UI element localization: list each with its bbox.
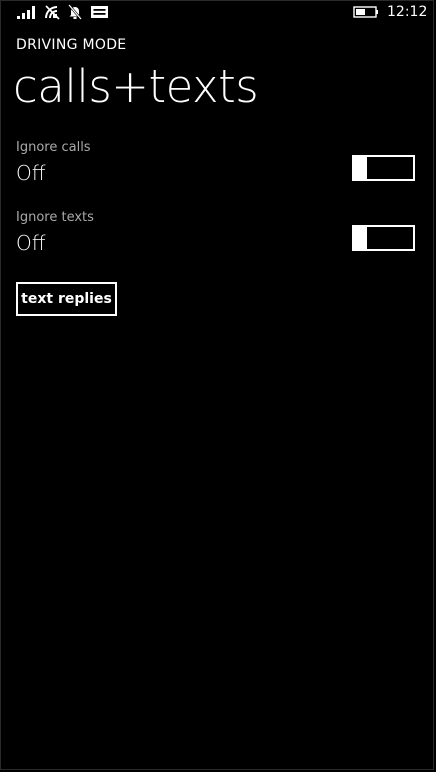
text-replies-button[interactable]: text replies	[16, 282, 117, 316]
ignore-calls-label: Ignore calls	[16, 140, 91, 155]
ignore-texts-value: Off	[16, 231, 46, 255]
message-icon	[91, 6, 108, 18]
ignore-calls-value: Off	[16, 161, 46, 185]
clock: 12:12	[387, 4, 428, 20]
muted-bell-icon	[68, 4, 82, 20]
ignore-texts-toggle[interactable]	[352, 225, 415, 251]
ignore-calls-toggle[interactable]	[352, 155, 415, 181]
signal-strength-icon	[17, 6, 35, 19]
wifi-icon	[45, 5, 60, 20]
page-title: calls+texts	[13, 60, 259, 113]
ignore-texts-label: Ignore texts	[16, 210, 94, 225]
toggle-thumb	[352, 225, 367, 251]
status-bar: 12:12	[0, 0, 436, 26]
app-title: DRIVING MODE	[16, 37, 127, 53]
toggle-thumb	[352, 155, 367, 181]
battery-icon	[353, 6, 378, 18]
